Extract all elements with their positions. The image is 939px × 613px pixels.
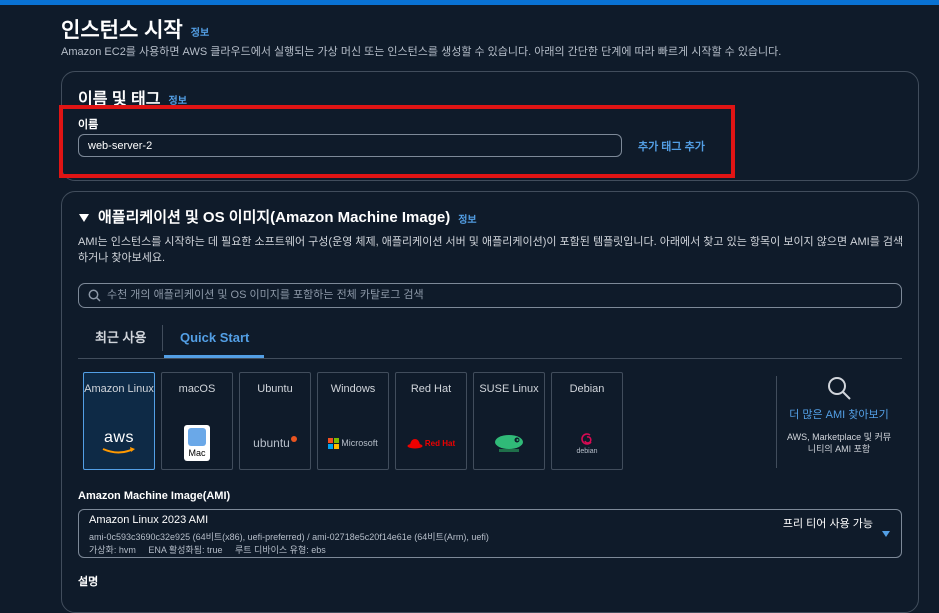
os-name: SUSE Linux [479, 383, 539, 395]
os-card-suse-linux[interactable]: SUSE Linux [473, 372, 545, 470]
os-card-debian[interactable]: Debian debian [551, 372, 623, 470]
ami-info-link[interactable]: 정보 [458, 215, 476, 226]
os-name: Ubuntu [257, 383, 293, 395]
description-label: 설명 [78, 576, 99, 588]
suse-chameleon-icon [474, 427, 544, 459]
ami-panel: 애플리케이션 및 OS 이미지(Amazon Machine Image) 정보 … [61, 191, 919, 613]
ami-tabs: 최근 사용 Quick Start [78, 325, 902, 359]
ami-attributes: 가상화: hvm ENA 활성화됨: true 루트 디바이스 유형: ebs [89, 545, 326, 555]
tab-recent[interactable]: 최근 사용 [95, 325, 146, 357]
page-subtitle: Amazon EC2를 사용하면 AWS 클라우드에서 실행되는 가상 머신 또… [61, 46, 782, 58]
more-ami-block: 더 많은 AMI 찾아보기 AWS, Marketplace 및 커뮤니티의 A… [786, 375, 892, 455]
ami-name: Amazon Linux 2023 AMI [89, 514, 209, 526]
name-tags-title: 이름 및 태그 정보 [78, 91, 187, 108]
ami-ids: ami-0c593c3690c32e925 (64비트(x86), uefi-p… [89, 532, 489, 542]
search-icon[interactable] [826, 375, 852, 401]
name-tags-info-link[interactable]: 정보 [169, 96, 187, 107]
search-placeholder: 수천 개의 애플리케이션 및 OS 이미지를 포함하는 전체 카탈로그 검색 [107, 289, 424, 301]
os-card-macos[interactable]: macOS Mac [161, 372, 233, 470]
active-tab-indicator [164, 355, 264, 358]
os-name: macOS [178, 383, 216, 395]
os-name: Debian [569, 383, 605, 395]
ami-select-label: Amazon Machine Image(AMI) [78, 490, 231, 502]
more-ami-subtext: AWS, Marketplace 및 커뮤니티의 AMI 포함 [786, 432, 892, 454]
os-card-amazon-linux[interactable]: Amazon Linux aws [83, 372, 155, 470]
os-name: Windows [330, 383, 376, 395]
os-card-windows[interactable]: Windows Microsoft [317, 372, 389, 470]
redhat-logo-icon: Red Hat [396, 427, 466, 459]
os-name: Amazon Linux [84, 383, 154, 395]
tab-quick-start[interactable]: Quick Start [180, 325, 249, 357]
info-link[interactable]: 정보 [191, 28, 209, 39]
microsoft-logo-icon: Microsoft [318, 427, 388, 459]
aws-logo-icon: aws [84, 427, 154, 459]
ami-section-title: 애플리케이션 및 OS 이미지(Amazon Machine Image) 정보 [78, 206, 477, 227]
top-accent-bar [0, 0, 939, 5]
collapse-caret-icon[interactable] [78, 213, 90, 223]
debian-swirl-icon: debian [552, 427, 622, 459]
more-ami-divider [776, 376, 777, 468]
tab-divider [162, 325, 163, 351]
dropdown-caret-icon [882, 531, 890, 537]
ubuntu-logo-icon: ubuntu [240, 427, 310, 459]
ami-select[interactable]: Amazon Linux 2023 AMI ami-0c593c3690c32e… [78, 509, 902, 558]
search-icon [88, 289, 101, 302]
os-card-ubuntu[interactable]: Ubuntu ubuntu [239, 372, 311, 470]
page-title: 인스턴스 시작 정보 [61, 19, 210, 42]
ami-description: AMI는 인스턴스를 시작하는 데 필요한 소프트웨어 구성(운영 체제, 애플… [78, 236, 904, 264]
mac-finder-icon: Mac [162, 423, 232, 463]
name-field-label: 이름 [78, 119, 99, 131]
ami-search-input[interactable]: 수천 개의 애플리케이션 및 OS 이미지를 포함하는 전체 카탈로그 검색 [78, 283, 902, 308]
os-name: Red Hat [410, 383, 452, 395]
name-input[interactable]: web-server-2 [78, 134, 622, 157]
add-tags-button[interactable]: 추가 태그 추가 [638, 138, 705, 154]
os-card-red-hat[interactable]: Red Hat Red Hat [395, 372, 467, 470]
name-tags-panel: 이름 및 태그 정보 이름 web-server-2 추가 태그 추가 [61, 71, 919, 181]
more-ami-link[interactable]: 더 많은 AMI 찾아보기 [786, 408, 892, 423]
free-tier-badge: 프리 티어 사용 가능 [782, 518, 873, 530]
